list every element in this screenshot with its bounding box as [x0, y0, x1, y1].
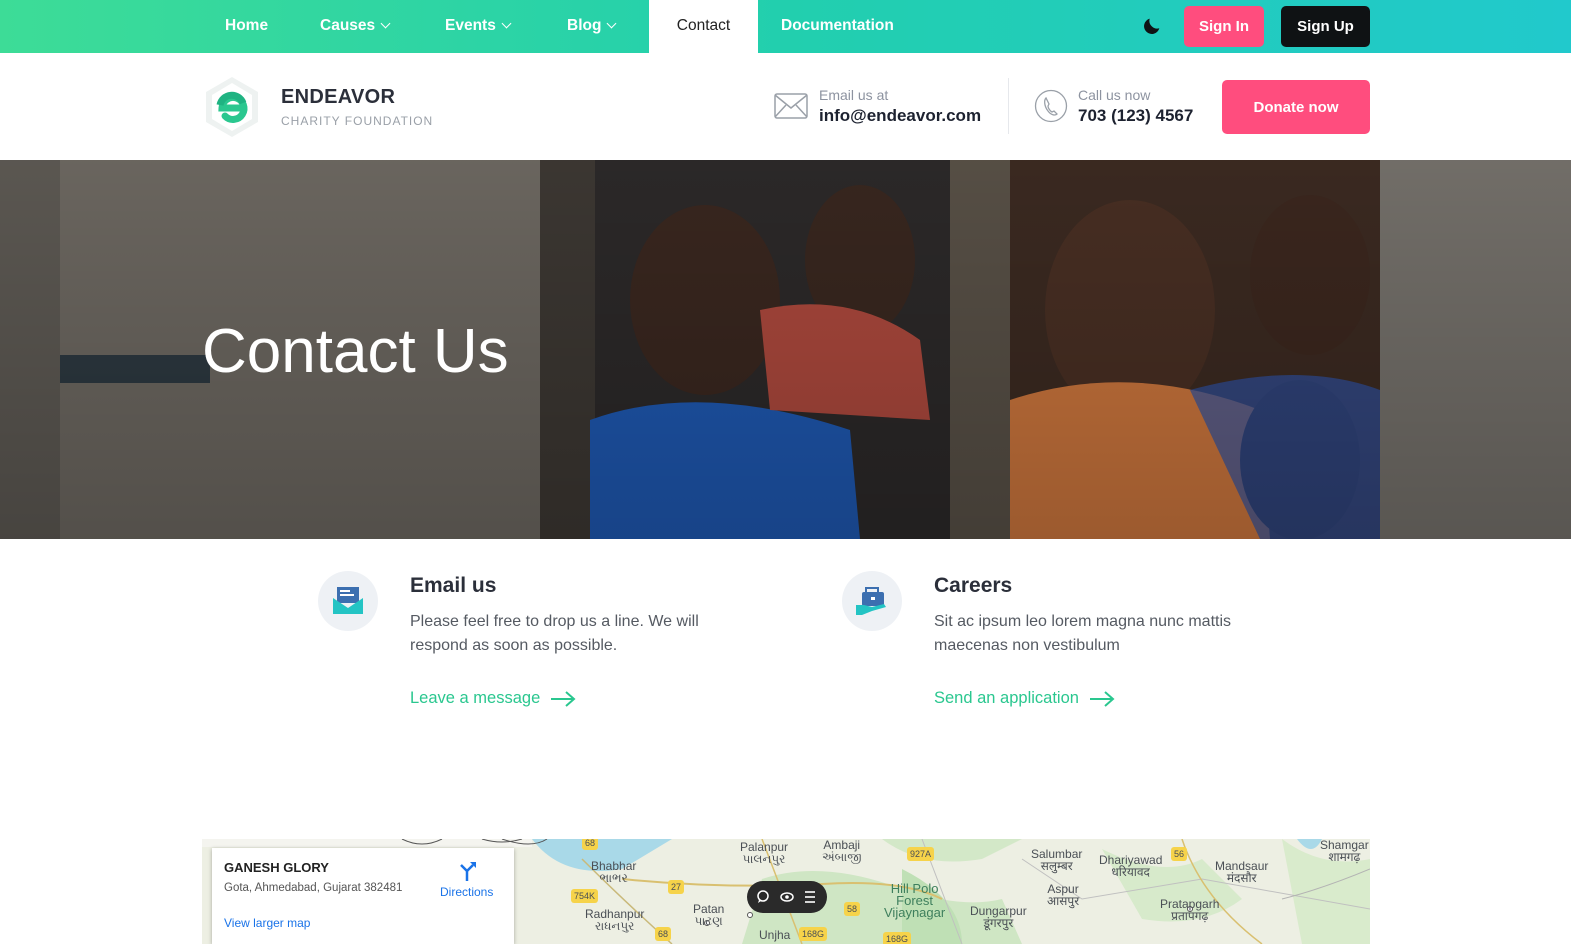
map-label-aspur: Aspur आसपुर — [1047, 882, 1080, 908]
nav-causes-label: Causes — [320, 17, 376, 34]
highway-shield: 68 — [655, 927, 672, 941]
map-label-ambaji: Ambaji અંબાજી — [822, 839, 862, 864]
highway-shield: 168G — [883, 932, 912, 944]
nav-causes[interactable]: Causes — [320, 0, 391, 53]
chevron-down-icon — [380, 18, 391, 29]
map-label-unjha: Unjha — [759, 928, 791, 942]
map-label-palanpur: Palanpur પાલનપુર — [740, 840, 789, 866]
highway-shield: 754K — [571, 889, 599, 903]
moon-icon[interactable] — [1141, 15, 1163, 37]
sign-up-button[interactable]: Sign Up — [1281, 6, 1370, 47]
email-label: Email us at — [819, 87, 889, 103]
map-label-dhariyawad: Dhariyawad धरियावद — [1099, 853, 1163, 879]
send-application-link[interactable]: Send an application — [934, 689, 1115, 708]
hero-title: Contact Us — [202, 317, 509, 386]
nav-home-label: Home — [225, 17, 269, 34]
nav-blog-label: Blog — [567, 17, 602, 34]
nav-contact[interactable]: Contact — [649, 0, 758, 53]
highway-shield: 27 — [668, 880, 685, 894]
map-label-salumbar: Salumbar सलुम्बर — [1031, 847, 1083, 873]
chevron-down-icon — [501, 18, 512, 29]
email-card-title: Email us — [410, 574, 497, 597]
nav-blog[interactable]: Blog — [567, 0, 617, 53]
top-navbar: Home Causes Events Blog Contact Document… — [0, 0, 1571, 53]
map-floating-toolbar — [747, 881, 827, 913]
nav-home[interactable]: Home — [225, 0, 268, 53]
map-label-pratapgarh: Pratapgarh प्रतापगढ़ — [1160, 897, 1220, 923]
sign-in-button[interactable]: Sign In — [1184, 6, 1264, 47]
phone-value[interactable]: 703 (123) 4567 — [1078, 106, 1193, 126]
highway-shield: 68 — [582, 839, 599, 850]
map-place-name: GANESH GLORY — [224, 860, 329, 875]
hero-banner: Contact Us — [0, 160, 1571, 539]
map-label-dungarpur: Dungarpur डूंगरपुर — [970, 904, 1027, 930]
map-label-hill-polo: Hill Polo Forest Vijaynagar — [884, 881, 946, 920]
send-application-label: Send an application — [934, 689, 1079, 707]
careers-card-text: Sit ac ipsum leo lorem magna nunc mattis… — [934, 613, 1232, 654]
envelope-icon — [774, 93, 808, 119]
phone-label: Call us now — [1078, 87, 1151, 103]
map-label-shamgar: Shamgar शामगढ़ — [1320, 839, 1369, 864]
directions-icon[interactable] — [456, 860, 478, 882]
map-label-patan: Patan પાટણ — [693, 902, 725, 928]
brand-name: ENDEAVOR — [281, 86, 396, 108]
chevron-down-icon — [606, 18, 617, 29]
map-label-bhabhar: Bhabhar ભાભર — [591, 859, 637, 885]
leave-message-link[interactable]: Leave a message — [410, 689, 576, 708]
map-toolbar-icons — [757, 890, 815, 903]
highway-shield: 168G — [799, 927, 828, 941]
endeavor-logo-icon[interactable] — [200, 75, 264, 139]
directions-link[interactable]: Directions — [440, 885, 493, 899]
leave-message-label: Leave a message — [410, 689, 541, 707]
comment-icon[interactable] — [757, 890, 769, 903]
briefcase-icon — [856, 587, 886, 615]
email-card-icon-badge — [318, 571, 378, 631]
map-label-mandsaur: Mandsaur मंदसौर — [1215, 859, 1269, 885]
menu-icon[interactable] — [805, 891, 815, 903]
eye-icon[interactable] — [780, 892, 794, 902]
view-larger-map-link[interactable]: View larger map — [224, 916, 310, 930]
nav-documentation[interactable]: Documentation — [781, 0, 894, 53]
nav-contact-label: Contact — [676, 17, 731, 34]
email-card-text: Please feel free to drop us a line. We w… — [410, 613, 699, 654]
embedded-map[interactable]: Palanpur પાલનપુર Ambaji અંબાજી Bhabhar ભાભર… — [202, 839, 1370, 944]
phone-icon — [1034, 89, 1068, 123]
header-divider — [1008, 78, 1009, 134]
arrow-right-icon — [1089, 690, 1115, 707]
careers-card-icon-badge — [842, 571, 902, 631]
nav-events[interactable]: Events — [445, 0, 512, 53]
email-value[interactable]: info@endeavor.com — [819, 106, 981, 126]
highway-shield: 58 — [844, 902, 861, 916]
envelope-open-icon — [333, 587, 363, 614]
careers-card-title: Careers — [934, 574, 1013, 597]
arrow-right-icon — [551, 690, 576, 707]
highway-shield: 927A — [907, 847, 935, 861]
highway-shield: 56 — [1171, 847, 1188, 861]
map-place-address: Gota, Ahmedabad, Gujarat 382481 — [224, 882, 403, 894]
donate-now-button[interactable]: Donate now — [1222, 80, 1370, 134]
nav-documentation-label: Documentation — [781, 17, 894, 34]
nav-events-label: Events — [445, 17, 496, 34]
brand-tagline: CHARITY FOUNDATION — [281, 114, 434, 128]
map-info-card: GANESH GLORY Gota, Ahmedabad, Gujarat 38… — [212, 848, 514, 944]
map-label-radhanpur: Radhanpur રાધનપુર — [585, 907, 645, 933]
